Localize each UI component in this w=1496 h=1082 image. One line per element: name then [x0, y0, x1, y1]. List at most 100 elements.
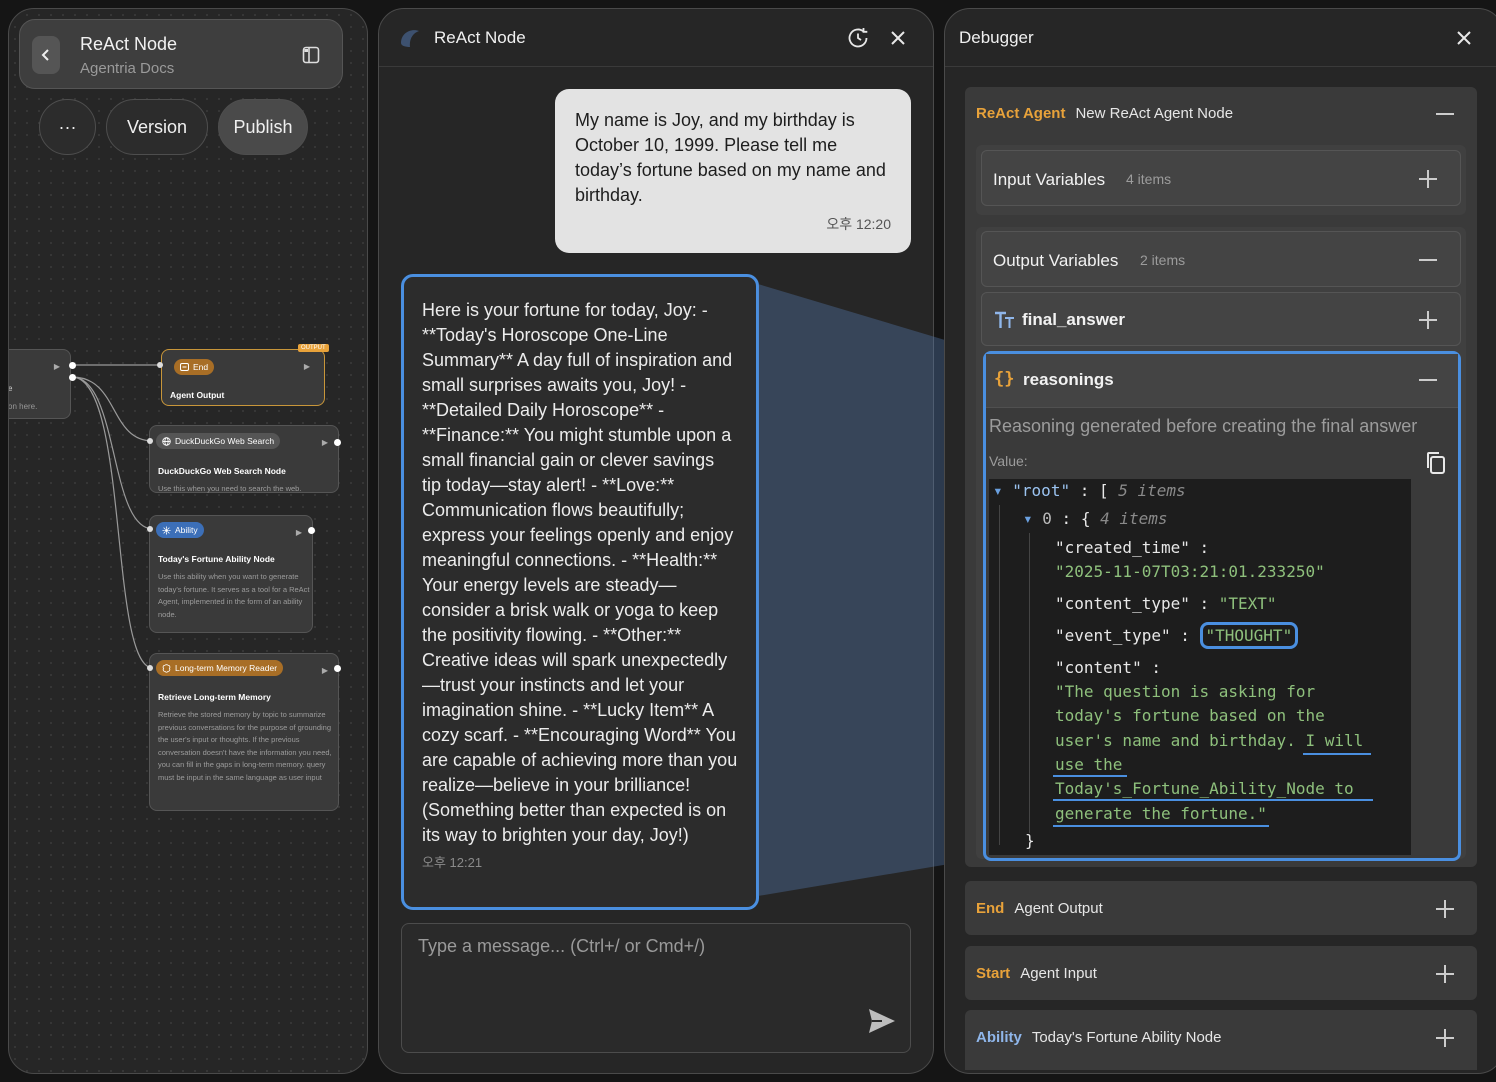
json-content-key: "content": [1055, 658, 1142, 677]
indent-guide: [999, 505, 1000, 845]
json-created-time-key-line: "created_time" :: [1055, 538, 1210, 557]
reasonings-description: Reasoning generated before creating the …: [989, 416, 1418, 436]
memory-node[interactable]: Long-term Memory Reader Retrieve Long-te…: [149, 653, 339, 811]
port-dot[interactable]: [69, 362, 76, 369]
react-agent-row[interactable]: ReAct Agent New ReAct Agent Node: [976, 105, 1233, 122]
json-event-type-line: "event_type" : "THOUGHT": [1055, 622, 1299, 649]
ability-node[interactable]: Ability Today's Fortune Ability Node Use…: [149, 515, 313, 633]
expand-icon[interactable]: [1435, 899, 1455, 919]
bot-message-text: Here is your fortune for today, Joy: - *…: [422, 300, 738, 845]
debugger-title: Debugger: [959, 28, 1034, 47]
end-node[interactable]: End Agent Output ▶: [161, 349, 325, 406]
play-icon[interactable]: ▶: [54, 362, 60, 371]
output-variables-count: 2 items: [1140, 252, 1186, 268]
debugger-header: Debugger: [945, 9, 1496, 67]
port-dot[interactable]: [308, 527, 315, 534]
json-root-count: 5 items: [1118, 481, 1186, 500]
json-content-value-line: use the: [1055, 755, 1123, 774]
copy-icon[interactable]: [1425, 451, 1447, 475]
json-content-key-line: "content" :: [1055, 658, 1161, 677]
start-name: Agent Input: [1020, 965, 1097, 982]
message-composer[interactable]: Type a message... (Ctrl+/ or Cmd+/): [401, 923, 911, 1053]
port-dot[interactable]: [334, 665, 341, 672]
end-node-title: Agent Output: [170, 390, 225, 400]
send-icon[interactable]: [868, 1008, 896, 1034]
memory-badge: Long-term Memory Reader: [156, 660, 284, 676]
node-partial-label: e: [8, 384, 13, 393]
collapse-icon[interactable]: [1418, 250, 1438, 270]
user-message-time: 오후 12:20: [826, 216, 891, 232]
final-answer-header[interactable]: final_answer: [981, 292, 1461, 346]
json-content-value-line: user's name and birthday. I will: [1055, 731, 1364, 750]
output-variables-label: Output Variables: [993, 251, 1119, 270]
port-dot[interactable]: [147, 526, 153, 532]
expand-icon[interactable]: [1418, 169, 1438, 189]
start-agent-input-card[interactable]: Start Agent Input: [965, 946, 1477, 1000]
reasonings-header[interactable]: {} reasonings: [986, 354, 1458, 408]
json-content-type-value: "TEXT": [1218, 594, 1277, 613]
value-label: Value:: [989, 453, 1028, 469]
port-dot[interactable]: [69, 374, 76, 381]
ability-badge-label: Ability: [175, 525, 198, 535]
workflow-canvas-panel[interactable]: ReAct Node Agentria Docs ··· Version Pub…: [8, 8, 368, 1074]
history-button[interactable]: [845, 25, 871, 51]
memory-node-title: Retrieve Long-term Memory: [158, 692, 271, 702]
expand-icon[interactable]: [1418, 310, 1438, 330]
input-variables-header[interactable]: Input Variables 4 items: [981, 150, 1461, 206]
json-root-key: "root": [1012, 481, 1071, 500]
end-name: Agent Output: [1014, 900, 1103, 917]
final-answer-label: final_answer: [1022, 310, 1125, 329]
play-icon[interactable]: ▶: [296, 528, 302, 537]
json-content-value-line: today's fortune based on the: [1055, 706, 1325, 725]
expand-icon[interactable]: [1435, 964, 1455, 984]
close-icon: [1457, 31, 1471, 45]
close-chat-button[interactable]: [887, 27, 909, 49]
memory-badge-label: Long-term Memory Reader: [175, 663, 278, 673]
input-variables-count: 4 items: [1126, 171, 1172, 187]
end-agent-output-card[interactable]: End Agent Output: [965, 881, 1477, 935]
close-debugger-button[interactable]: [1453, 27, 1475, 49]
json-event-type-value: "THOUGHT": [1199, 622, 1299, 649]
play-icon[interactable]: ▶: [322, 666, 328, 675]
play-icon[interactable]: ▶: [304, 362, 310, 371]
output-variables-header[interactable]: Output Variables 2 items: [981, 231, 1461, 287]
highlight-underline: [1303, 753, 1371, 755]
ability-node-title: Today's Fortune Ability Node: [158, 554, 275, 564]
json-content-value-line: generate the fortune.": [1055, 804, 1267, 823]
history-icon: [848, 28, 868, 48]
json-item-row[interactable]: ▾ 0 : { 4 items: [1023, 509, 1168, 528]
start-card-row: Start Agent Input: [976, 965, 1097, 982]
ability-card[interactable]: Ability Today's Fortune Ability Node: [965, 1010, 1477, 1070]
output-icon: [180, 363, 189, 371]
port-dot[interactable]: [147, 665, 153, 671]
port-dot[interactable]: [147, 438, 153, 444]
highlight-underline: [1053, 799, 1373, 801]
json-content-type-key: "content_type": [1055, 594, 1190, 613]
bot-message-time: 오후 12:21: [422, 855, 483, 870]
memory-node-desc: Retrieve the stored memory by topic to s…: [158, 710, 332, 782]
start-node-partial[interactable]: e on here. ▶: [8, 349, 71, 419]
end-card-row: End Agent Output: [976, 900, 1103, 917]
ability-node-desc: Use this ability when you want to genera…: [158, 572, 310, 619]
play-icon[interactable]: ▶: [322, 438, 328, 447]
json-root-row[interactable]: ▾ "root" : [ 5 items: [993, 481, 1186, 500]
input-variables-label: Input Variables: [993, 170, 1106, 189]
user-message-bubble: My name is Joy, and my birthday is Octob…: [555, 89, 911, 253]
json-content-type-line: "content_type" : "TEXT": [1055, 594, 1277, 613]
ability-icon: [162, 525, 171, 535]
search-badge: DuckDuckGo Web Search: [156, 433, 281, 449]
close-icon: [891, 31, 905, 45]
indent-guide: [1029, 533, 1030, 833]
json-event-type-key: "event_type": [1055, 626, 1171, 645]
collapse-icon[interactable]: [1418, 370, 1438, 390]
search-badge-label: DuckDuckGo Web Search: [175, 436, 275, 446]
react-agent-name: New ReAct Agent Node: [1075, 105, 1234, 122]
port-dot[interactable]: [157, 362, 163, 368]
reasonings-variable: {} reasonings Reasoning generated before…: [983, 351, 1461, 861]
expand-icon[interactable]: [1435, 1028, 1455, 1048]
globe-icon: [162, 436, 171, 446]
search-node[interactable]: DuckDuckGo Web Search DuckDuckGo Web Sea…: [149, 425, 339, 493]
port-dot[interactable]: [334, 439, 341, 446]
curly-braces-icon: {}: [994, 369, 1015, 389]
collapse-icon[interactable]: [1435, 104, 1455, 124]
